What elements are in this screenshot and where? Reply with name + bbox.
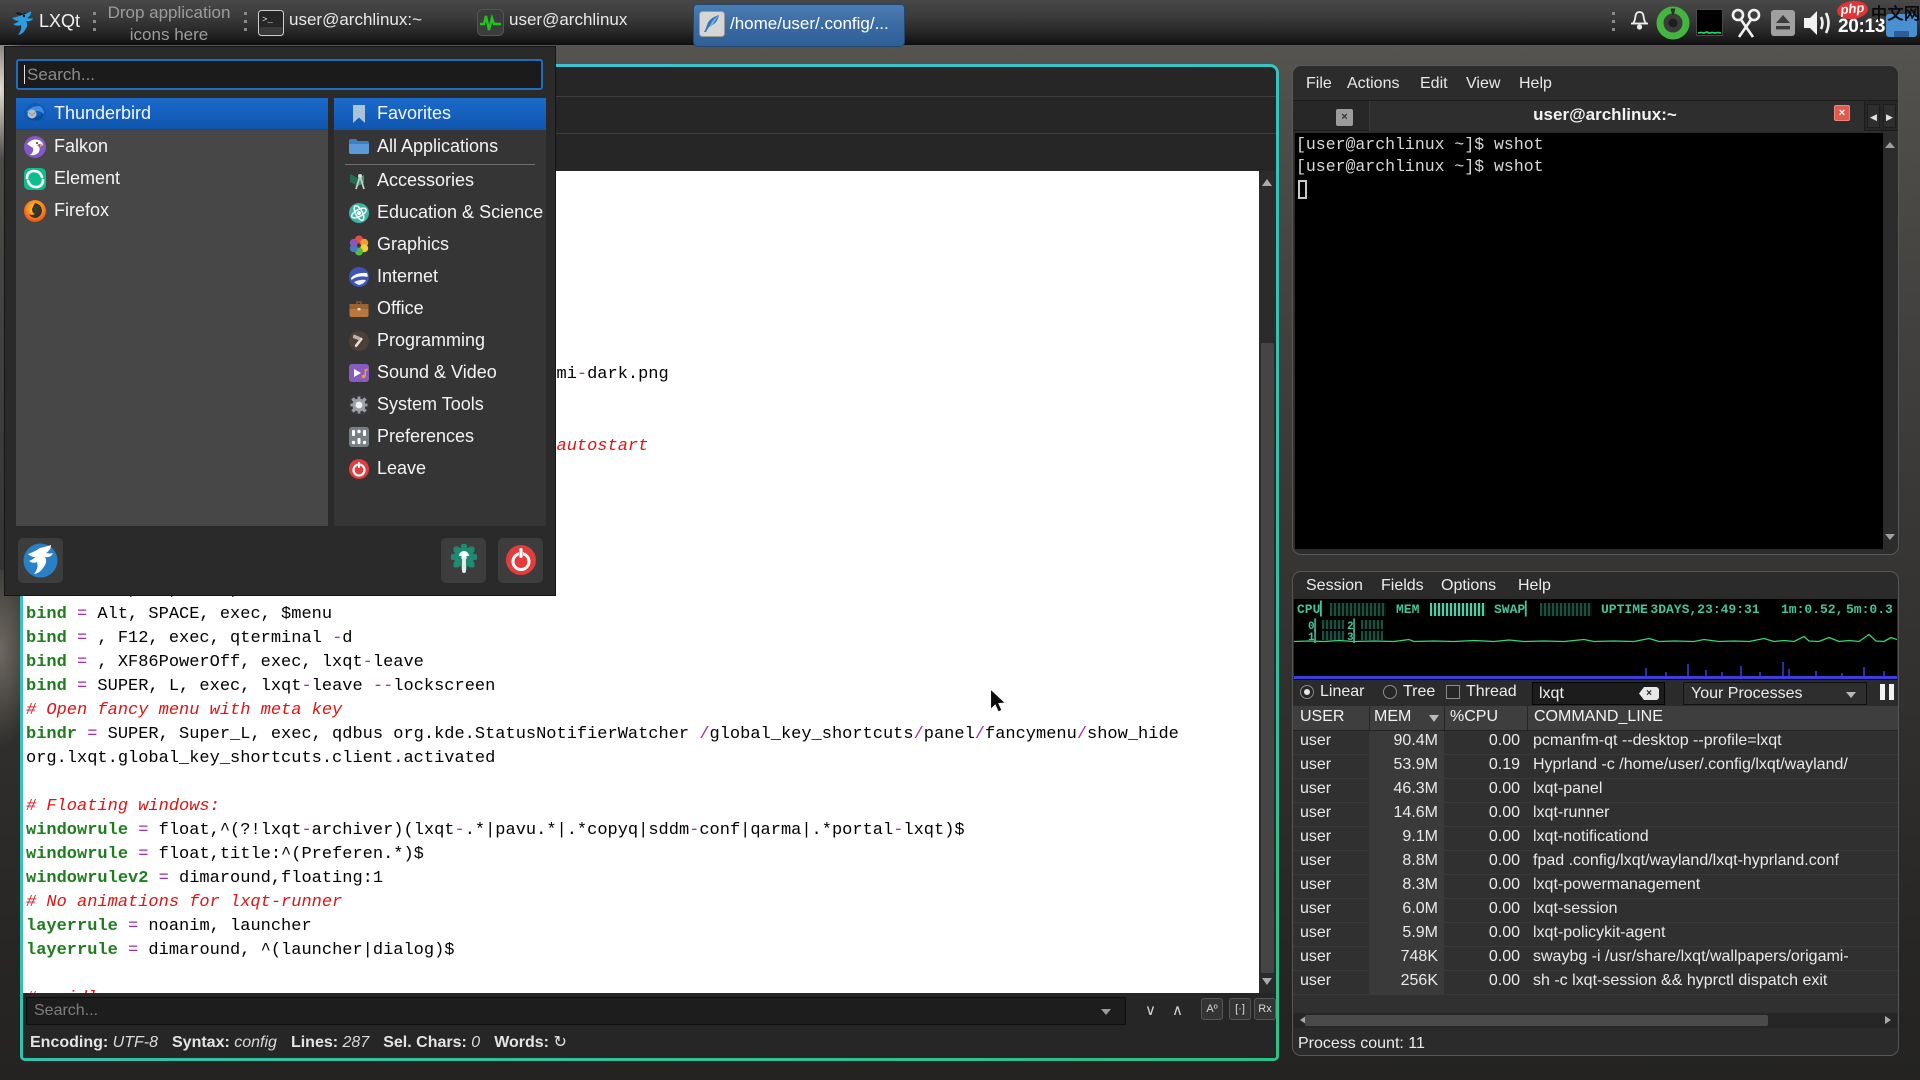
svg-text:>_: >_ bbox=[262, 15, 273, 25]
